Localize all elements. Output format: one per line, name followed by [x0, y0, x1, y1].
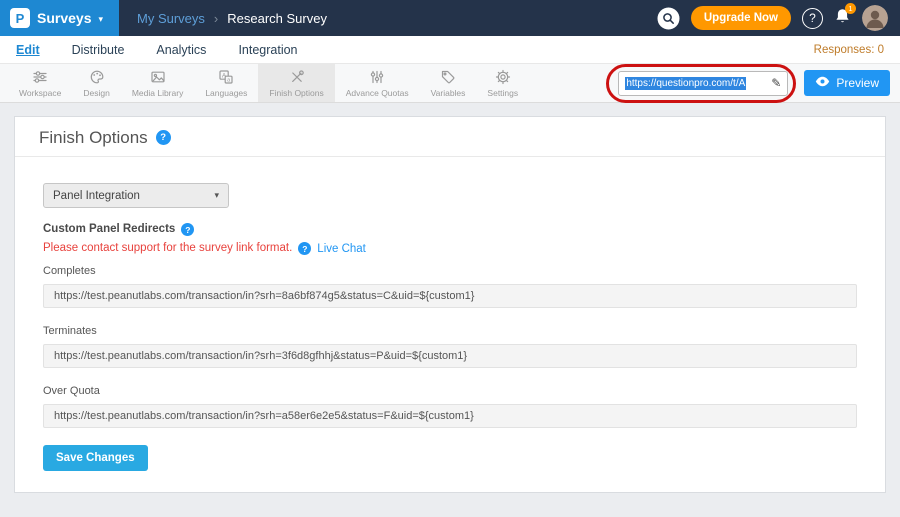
breadcrumb: My Surveys › Research Survey — [137, 11, 327, 26]
preview-button-label: Preview — [836, 76, 879, 90]
help-icon[interactable]: ? — [802, 8, 823, 29]
panel-integration-select[interactable]: Panel Integration ▾ — [43, 183, 229, 208]
tab-distribute[interactable]: Distribute — [72, 43, 125, 57]
section-help-icon[interactable]: ? — [181, 223, 194, 236]
live-chat-link[interactable]: Live Chat — [317, 243, 366, 255]
responses-count: Responses: 0 — [814, 44, 884, 56]
edit-url-icon[interactable]: ✎ — [771, 76, 781, 90]
questionpro-logo: P — [10, 8, 30, 28]
survey-nav: Edit Distribute Analytics Integration Re… — [0, 36, 900, 63]
completes-url-field[interactable]: https://test.peanutlabs.com/transaction/… — [43, 284, 857, 308]
product-switcher[interactable]: P Surveys ▾ — [0, 0, 119, 36]
tools-icon — [289, 69, 305, 85]
product-name: Surveys — [37, 10, 91, 26]
field-label-completes: Completes — [43, 265, 857, 278]
gear-icon — [495, 69, 511, 85]
survey-url-input[interactable]: https://questionpro.com/t/A ✎ — [618, 71, 788, 96]
header-actions: Upgrade Now ? 1 — [657, 5, 900, 31]
tab-integration[interactable]: Integration — [238, 43, 297, 57]
toolbar-item-label: Settings — [487, 88, 518, 98]
survey-url-wrap: https://questionpro.com/t/A ✎ — [618, 71, 788, 96]
live-chat-help-icon[interactable]: ? — [298, 242, 311, 255]
edit-toolbar: Workspace Design Media Library Aa Langua… — [0, 63, 900, 103]
chevron-down-icon: ▾ — [214, 190, 219, 201]
avatar[interactable] — [862, 5, 888, 31]
support-note: Please contact support for the survey li… — [43, 241, 292, 256]
card-header: Finish Options ? — [15, 117, 885, 157]
field-label-terminates: Terminates — [43, 325, 857, 338]
custom-panel-redirects-heading: Custom Panel Redirects ? — [43, 222, 857, 237]
notifications-bell-icon[interactable]: 1 — [834, 7, 851, 30]
toolbar-item-label: Finish Options — [269, 88, 323, 98]
page-title: Finish Options — [39, 128, 148, 147]
search-icon[interactable] — [657, 7, 680, 30]
breadcrumb-my-surveys[interactable]: My Surveys — [137, 11, 205, 26]
upgrade-now-button[interactable]: Upgrade Now — [691, 6, 791, 30]
save-changes-button[interactable]: Save Changes — [43, 445, 148, 471]
notification-badge: 1 — [845, 3, 856, 14]
toolbar-item-label: Media Library — [132, 88, 184, 98]
toolbar-item-variables[interactable]: Variables — [420, 64, 477, 102]
toolbar-item-label: Workspace — [19, 88, 61, 98]
toolbar-item-label: Languages — [205, 88, 247, 98]
preview-button[interactable]: Preview — [804, 70, 890, 96]
toolbar-item-finish-options[interactable]: Finish Options — [258, 64, 334, 102]
section-title: Custom Panel Redirects — [43, 222, 175, 237]
sliders-icon — [369, 69, 385, 85]
chevron-down-icon: ▾ — [98, 14, 103, 25]
tab-edit[interactable]: Edit — [16, 43, 40, 57]
survey-url-selected-text: https://questionpro.com/t/A — [625, 77, 746, 90]
toolbar-item-languages[interactable]: Aa Languages — [194, 64, 258, 102]
palette-icon — [89, 69, 105, 85]
workspace-icon — [32, 69, 48, 85]
toolbar-item-workspace[interactable]: Workspace — [8, 64, 72, 102]
toolbar-item-label: Variables — [431, 88, 466, 98]
breadcrumb-current-survey: Research Survey — [227, 11, 327, 26]
toolbar-right: https://questionpro.com/t/A ✎ Preview — [618, 64, 900, 102]
toolbar-item-settings[interactable]: Settings — [476, 64, 529, 102]
page-content: Finish Options ? Panel Integration ▾ Cus… — [0, 103, 900, 493]
card-body: Panel Integration ▾ Custom Panel Redirec… — [15, 157, 885, 471]
top-header: P Surveys ▾ My Surveys › Research Survey… — [0, 0, 900, 36]
finish-options-card: Finish Options ? Panel Integration ▾ Cus… — [14, 116, 886, 493]
image-icon — [150, 69, 166, 85]
toolbar-item-advance-quotas[interactable]: Advance Quotas — [335, 64, 420, 102]
translate-icon: Aa — [218, 69, 234, 85]
toolbar-item-design[interactable]: Design — [72, 64, 120, 102]
toolbar-item-label: Design — [83, 88, 109, 98]
toolbar-item-media-library[interactable]: Media Library — [121, 64, 195, 102]
toolbar-item-label: Advance Quotas — [346, 88, 409, 98]
finish-options-help-icon[interactable]: ? — [156, 130, 171, 145]
tab-analytics[interactable]: Analytics — [156, 43, 206, 57]
support-note-row: Please contact support for the survey li… — [43, 241, 857, 256]
tag-icon — [440, 69, 456, 85]
terminates-url-field[interactable]: https://test.peanutlabs.com/transaction/… — [43, 344, 857, 368]
field-label-over-quota: Over Quota — [43, 385, 857, 398]
breadcrumb-separator: › — [214, 11, 218, 26]
over-quota-url-field[interactable]: https://test.peanutlabs.com/transaction/… — [43, 404, 857, 428]
eye-icon — [815, 76, 830, 90]
panel-integration-select-value: Panel Integration — [53, 190, 140, 202]
